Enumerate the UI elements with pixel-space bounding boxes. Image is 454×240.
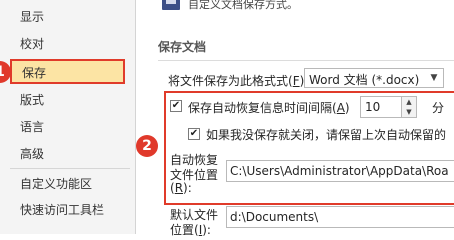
save-options-panel: 自定义文档保存方式。 保存文档 将文件保存为此格式式(F): Word 文档 (… xyxy=(136,0,454,237)
default-location-label-line2: 位置(I): xyxy=(170,223,211,237)
sidebar-item-customize-ribbon[interactable]: 自定义功能区 xyxy=(10,172,125,197)
section-divider xyxy=(158,60,454,61)
sidebar-item-layout[interactable]: 版式 xyxy=(10,88,125,113)
save-options-icon xyxy=(162,0,180,10)
save-format-value: Word 文档 (*.docx) xyxy=(309,73,420,87)
keep-last-version-checkbox[interactable]: ✔ xyxy=(188,128,200,140)
recover-location-input[interactable]: C:\Users\Administrator\AppData\Roa xyxy=(226,160,454,182)
sidebar-item-proofing[interactable]: 校对 xyxy=(10,32,125,57)
sidebar-item-advanced[interactable]: 高级 xyxy=(10,142,125,167)
minutes-unit-label: 分 xyxy=(432,101,445,115)
sidebar-divider xyxy=(10,168,130,169)
options-sidebar: 显示 校对 保存 版式 语言 高级 自定义功能区 快速访问工具栏 xyxy=(0,0,136,234)
section-title-save-documents: 保存文档 xyxy=(158,40,207,54)
sidebar-item-quick-access-toolbar[interactable]: 快速访问工具栏 xyxy=(10,198,125,223)
default-location-input[interactable]: d:\Documents\ xyxy=(226,206,454,228)
annotation-badge-2: 2 xyxy=(136,135,158,157)
sidebar-item-language[interactable]: 语言 xyxy=(10,115,125,140)
recover-location-key: (R): xyxy=(170,181,192,195)
autorecover-minutes-input[interactable]: 10 xyxy=(360,96,402,118)
keep-last-version-label: 如果我没保存就关闭，请保留上次自动保留的 xyxy=(206,128,447,142)
header-text: 自定义文档保存方式。 xyxy=(188,0,298,11)
autorecover-interval-label: 保存自动恢复信息时间间隔(A) xyxy=(188,101,350,115)
sidebar-item-display[interactable]: 显示 xyxy=(10,5,125,30)
autorecover-checkbox[interactable]: ✔ xyxy=(170,100,182,112)
spin-down-icon[interactable]: ▼ xyxy=(402,107,416,117)
sidebar-item-save[interactable]: 保存 xyxy=(10,59,125,84)
save-format-label: 将文件保存为此格式式(F): xyxy=(168,74,308,88)
autorecover-minutes-stepper[interactable]: ▲ ▼ xyxy=(402,96,417,118)
chevron-down-icon: ▼ xyxy=(430,73,438,83)
save-format-dropdown[interactable]: Word 文档 (*.docx) ▼ xyxy=(304,68,444,88)
spin-up-icon[interactable]: ▲ xyxy=(402,97,416,107)
